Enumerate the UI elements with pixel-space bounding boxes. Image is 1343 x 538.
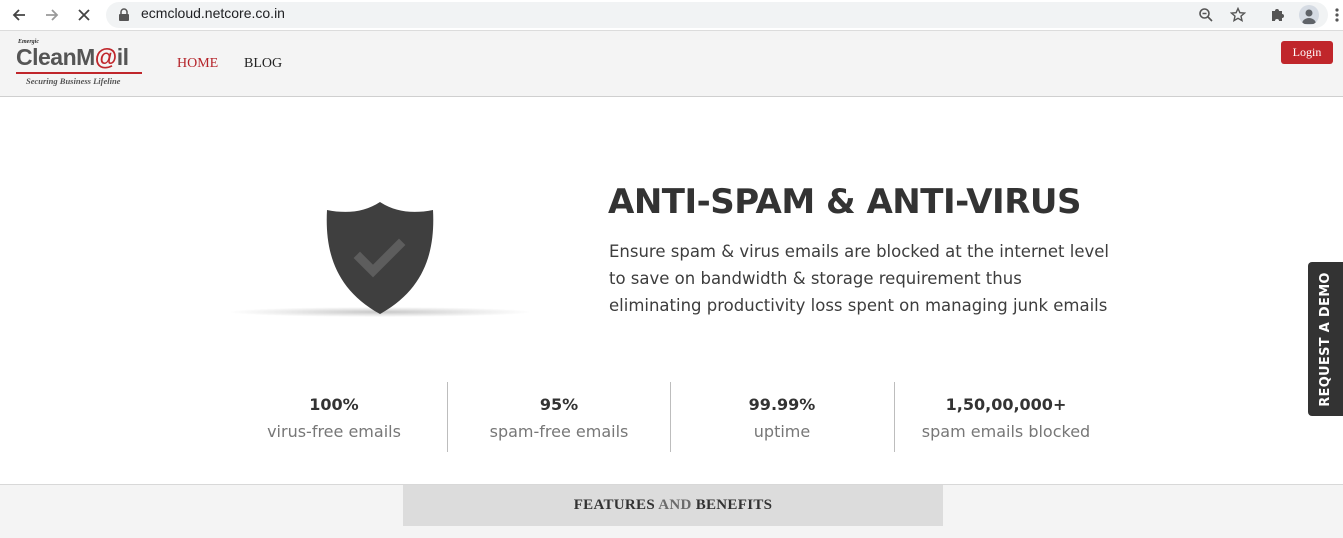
hero-description: Ensure spam & virus emails are blocked a… xyxy=(609,242,1109,315)
and-word: AND xyxy=(655,497,696,513)
logo-tagline: Securing Business Lifeline xyxy=(26,76,121,86)
site-header: Emergic CleanM@il Securing Business Life… xyxy=(0,31,1343,97)
zoom-icon[interactable] xyxy=(1195,4,1217,26)
stat-label: uptime xyxy=(753,422,811,441)
extensions-icon[interactable] xyxy=(1266,4,1288,26)
hero-illustration xyxy=(225,195,535,325)
profile-icon[interactable] xyxy=(1298,4,1320,26)
stat-spam-free: 95% spam-free emails xyxy=(449,393,669,447)
stat-divider xyxy=(447,382,448,452)
address-bar[interactable] xyxy=(106,2,1328,28)
login-button[interactable]: Login xyxy=(1281,41,1333,64)
nav-home[interactable]: HOME xyxy=(177,56,218,72)
stat-label: spam-free emails xyxy=(489,422,629,441)
cleanmail-logo[interactable]: Emergic CleanM@il Securing Business Life… xyxy=(16,37,146,89)
benefits-word: BENEFITS xyxy=(695,497,773,513)
url-text[interactable]: ecmcloud.netcore.co.in xyxy=(141,5,285,21)
request-demo-tab[interactable]: REQUEST A DEMO xyxy=(1308,262,1343,416)
logo-brand: CleanM@il xyxy=(16,44,129,70)
hero-title: ANTI-SPAM & ANTI-VIRUS xyxy=(608,182,1081,222)
stat-value: 100% xyxy=(309,395,359,414)
features-section: FEATURES AND BENEFITS xyxy=(0,484,1343,538)
features-word: FEATURES xyxy=(573,497,656,513)
stat-divider xyxy=(894,382,895,452)
star-icon[interactable] xyxy=(1227,4,1249,26)
forward-arrow-icon[interactable] xyxy=(41,4,63,26)
shield-check-icon xyxy=(326,202,434,314)
nav-blog[interactable]: BLOG xyxy=(244,56,282,72)
lock-icon[interactable] xyxy=(113,4,135,26)
request-demo-label: REQUEST A DEMO xyxy=(1318,271,1333,407)
stat-virus-free: 100% virus-free emails xyxy=(224,393,444,447)
browser-toolbar: ecmcloud.netcore.co.in xyxy=(0,0,1343,31)
stat-value: 95% xyxy=(539,395,579,414)
stat-uptime: 99.99% uptime xyxy=(672,393,892,447)
back-arrow-icon[interactable] xyxy=(8,4,30,26)
stat-label: virus-free emails xyxy=(267,422,401,441)
stat-label: spam emails blocked xyxy=(921,422,1091,441)
menu-dots-icon[interactable] xyxy=(1330,4,1343,26)
stat-divider xyxy=(670,382,671,452)
logo-rule xyxy=(16,72,142,74)
features-heading: FEATURES AND BENEFITS xyxy=(403,485,943,526)
stat-value: 1,50,00,000+ xyxy=(945,395,1067,414)
stat-spam-blocked: 1,50,00,000+ spam emails blocked xyxy=(896,393,1116,447)
stop-loading-icon[interactable] xyxy=(73,4,95,26)
stat-value: 99.99% xyxy=(748,395,816,414)
